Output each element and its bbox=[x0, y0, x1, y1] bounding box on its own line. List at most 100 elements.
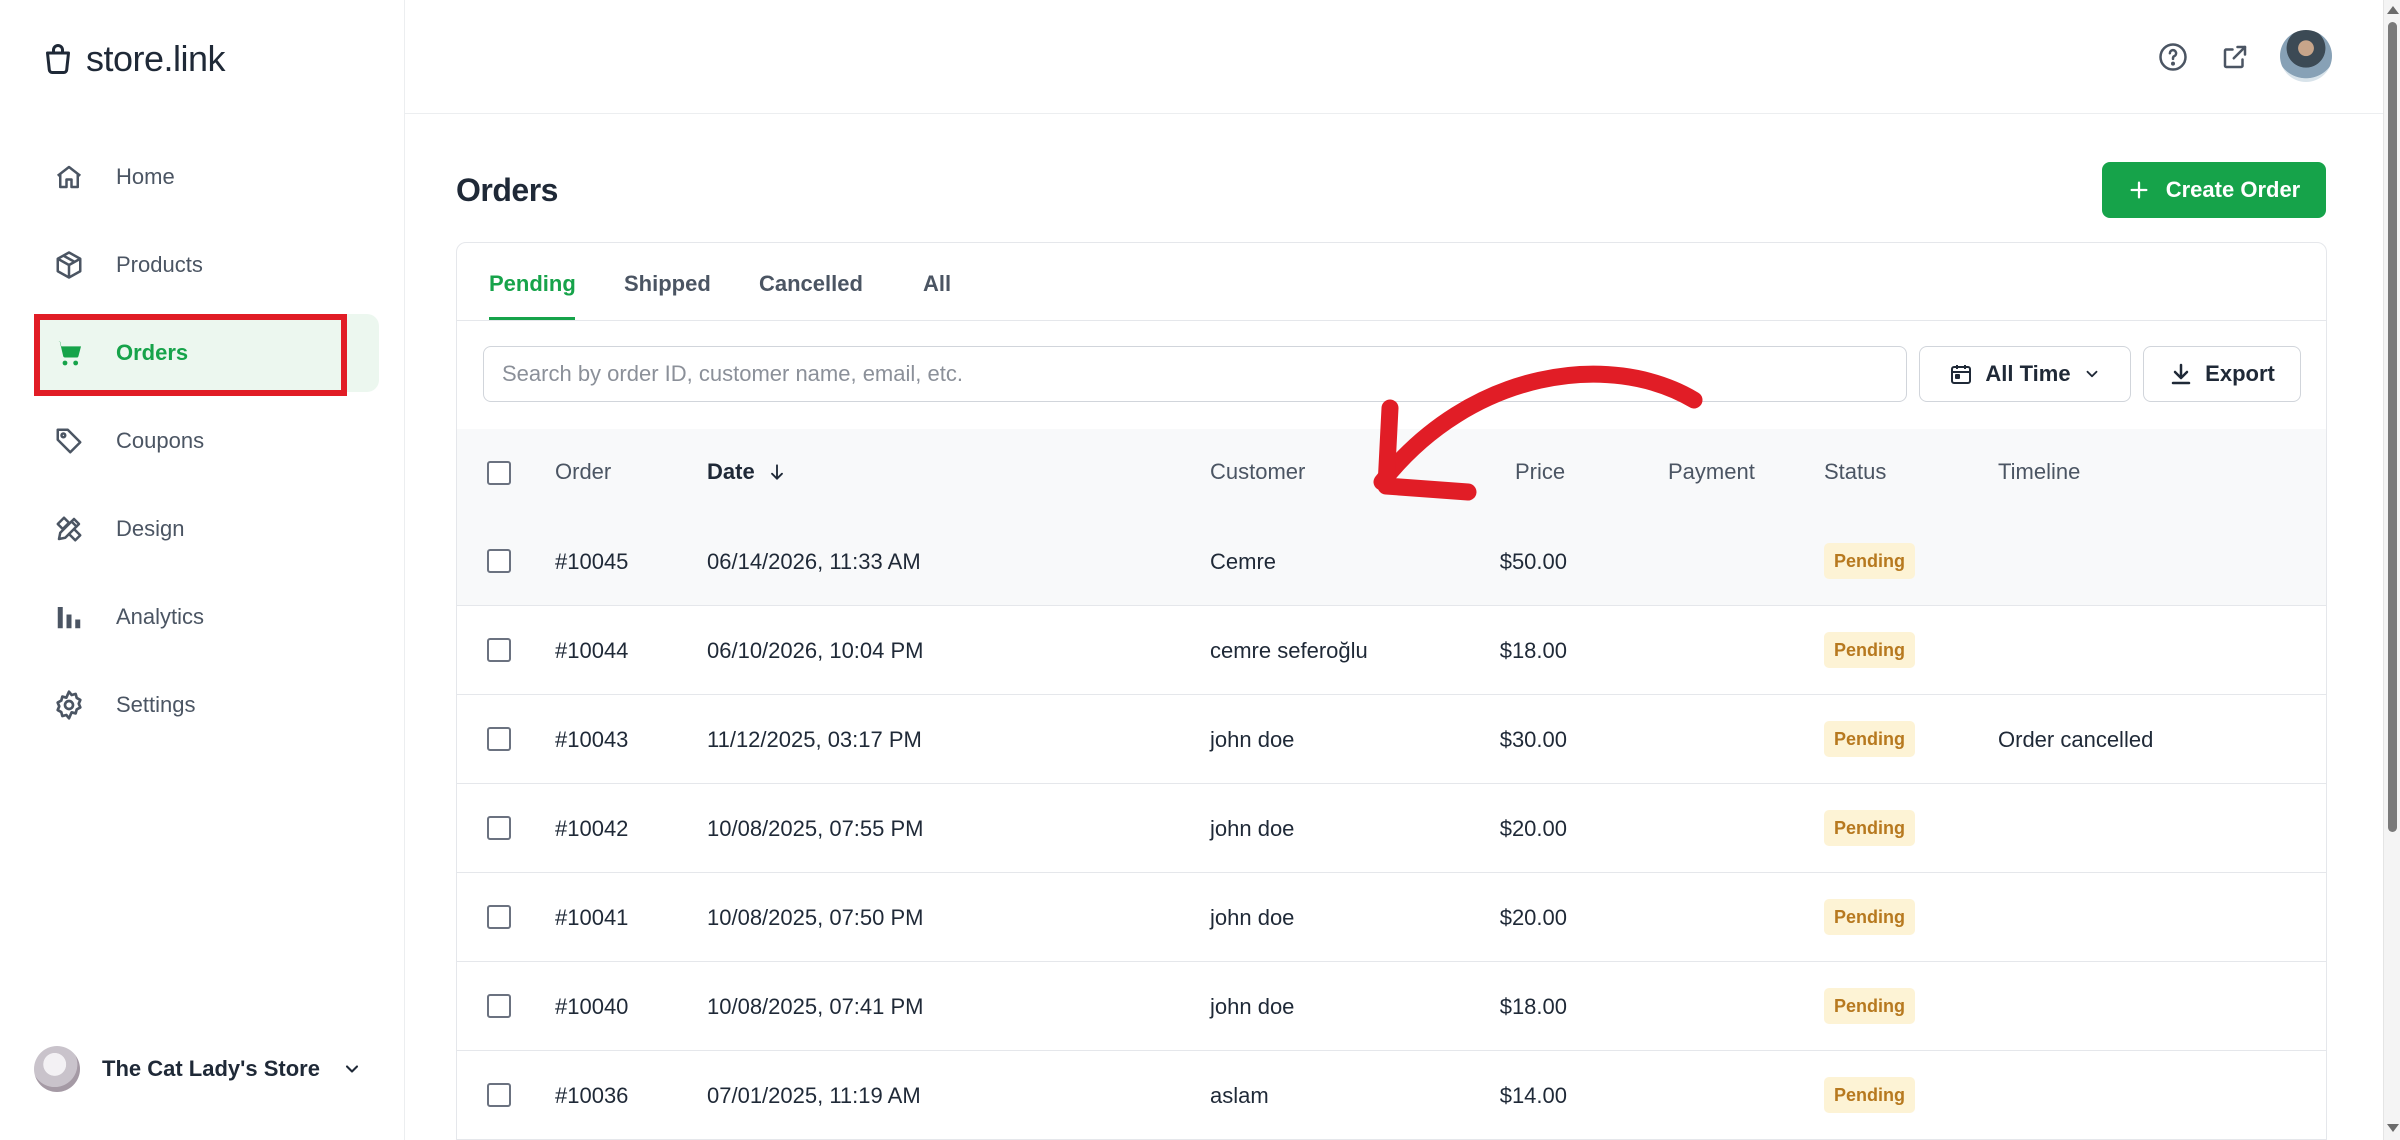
order-date: 10/08/2025, 07:41 PM bbox=[707, 994, 924, 1019]
status-badge: Pending bbox=[1824, 810, 1915, 846]
order-id[interactable]: #10041 bbox=[555, 905, 628, 931]
date-filter-label: All Time bbox=[1985, 361, 2071, 386]
scroll-up-arrow-icon[interactable] bbox=[2387, 6, 2399, 14]
help-icon[interactable] bbox=[2156, 40, 2190, 74]
create-order-button[interactable]: Create Order bbox=[2102, 162, 2326, 218]
order-customer: john doe bbox=[1210, 727, 1295, 752]
column-header-timeline[interactable]: Timeline bbox=[1998, 459, 2080, 485]
column-header-payment[interactable]: Payment bbox=[1668, 459, 1755, 485]
tab-shipped[interactable]: Shipped bbox=[624, 271, 711, 297]
order-date: 06/14/2026, 11:33 AM bbox=[707, 549, 921, 574]
shopping-bag-icon bbox=[46, 44, 70, 75]
sidebar-item-products[interactable]: Products bbox=[34, 226, 379, 304]
order-customer: john doe bbox=[1210, 994, 1295, 1019]
order-customer: Cemre bbox=[1210, 549, 1277, 574]
date-filter-dropdown[interactable]: All Time bbox=[1919, 346, 2131, 402]
order-price: $14.00 bbox=[1499, 1083, 1567, 1108]
table-row[interactable]: #10044 06/10/2026, 10:04 PM cemre sefero… bbox=[457, 606, 2326, 695]
page-title: Orders bbox=[456, 172, 558, 208]
order-price: $50.00 bbox=[1499, 549, 1567, 574]
sort-arrow-down-icon bbox=[770, 464, 783, 480]
export-button[interactable]: Export bbox=[2143, 346, 2301, 402]
order-date: 06/10/2026, 10:04 PM bbox=[707, 638, 924, 663]
order-price: $18.00 bbox=[1499, 994, 1567, 1019]
column-header-date[interactable]: Date bbox=[707, 459, 787, 485]
tag-icon bbox=[50, 422, 88, 460]
store-name: The Cat Lady's Store bbox=[102, 1056, 320, 1081]
store-avatar bbox=[34, 1046, 80, 1092]
order-price: $18.00 bbox=[1499, 638, 1567, 663]
row-checkbox[interactable] bbox=[487, 1083, 511, 1107]
order-date: 11/12/2025, 03:17 PM bbox=[707, 727, 922, 752]
sidebar-item-settings[interactable]: Settings bbox=[34, 666, 379, 744]
sidebar-item-label: Orders bbox=[116, 340, 189, 365]
box-icon bbox=[50, 246, 88, 284]
sidebar-item-design[interactable]: Design bbox=[34, 490, 379, 568]
scroll-down-arrow-icon[interactable] bbox=[2387, 1124, 2399, 1132]
table-row[interactable]: #10041 10/08/2025, 07:50 PM john doe $20… bbox=[457, 873, 2326, 962]
tab-pending[interactable]: Pending bbox=[489, 271, 576, 297]
design-tools-icon bbox=[50, 510, 88, 548]
sidebar-item-label: Products bbox=[116, 252, 203, 277]
table-row[interactable]: #10043 11/12/2025, 03:17 PM john doe $30… bbox=[457, 695, 2326, 784]
export-label: Export bbox=[2205, 361, 2275, 386]
order-id[interactable]: #10040 bbox=[555, 994, 628, 1020]
order-id[interactable]: #10044 bbox=[555, 638, 628, 664]
order-customer: john doe bbox=[1210, 905, 1295, 930]
scroll-thumb[interactable] bbox=[2388, 22, 2397, 832]
order-price: $20.00 bbox=[1499, 816, 1567, 841]
status-badge: Pending bbox=[1824, 543, 1915, 579]
orders-panel: Pending Shipped Cancelled All All Time E… bbox=[456, 242, 2327, 1140]
row-checkbox[interactable] bbox=[487, 727, 511, 751]
order-customer: aslam bbox=[1210, 1083, 1269, 1108]
sidebar-item-label: Analytics bbox=[116, 604, 205, 629]
order-id[interactable]: #10042 bbox=[555, 816, 628, 842]
status-badge: Pending bbox=[1824, 632, 1915, 668]
cart-icon bbox=[50, 334, 88, 372]
column-header-status[interactable]: Status bbox=[1824, 459, 1886, 485]
order-price: $30.00 bbox=[1499, 727, 1567, 752]
table-row[interactable]: #10036 07/01/2025, 11:19 AM aslam $14.00… bbox=[457, 1051, 2326, 1140]
column-header-price[interactable]: Price bbox=[1515, 459, 1565, 485]
row-checkbox[interactable] bbox=[487, 638, 511, 662]
top-bar bbox=[405, 0, 2383, 114]
row-checkbox[interactable] bbox=[487, 816, 511, 840]
brand-name: store.link bbox=[86, 38, 226, 79]
sidebar-item-orders[interactable]: Orders bbox=[34, 314, 379, 392]
store-switcher[interactable]: The Cat Lady's Store bbox=[34, 1046, 362, 1092]
sidebar: store.link Home Products Orders Coupons … bbox=[0, 0, 405, 1140]
row-checkbox[interactable] bbox=[487, 549, 511, 573]
sidebar-item-label: Home bbox=[116, 164, 175, 189]
bar-chart-icon bbox=[50, 598, 88, 636]
external-link-icon[interactable] bbox=[2218, 40, 2252, 74]
select-all-checkbox[interactable] bbox=[487, 461, 511, 485]
order-id[interactable]: #10045 bbox=[555, 549, 628, 575]
user-avatar[interactable] bbox=[2280, 30, 2332, 82]
column-header-order[interactable]: Order bbox=[555, 459, 611, 485]
order-price: $20.00 bbox=[1499, 905, 1567, 930]
sidebar-item-label: Design bbox=[116, 516, 185, 541]
chevron-down-icon bbox=[2086, 370, 2098, 378]
sidebar-item-analytics[interactable]: Analytics bbox=[34, 578, 379, 656]
table-row[interactable]: #10042 10/08/2025, 07:55 PM john doe $20… bbox=[457, 784, 2326, 873]
order-date: 10/08/2025, 07:55 PM bbox=[707, 816, 924, 841]
row-checkbox[interactable] bbox=[487, 905, 511, 929]
table-row[interactable]: #10040 10/08/2025, 07:41 PM john doe $18… bbox=[457, 962, 2326, 1051]
page-scrollbar[interactable] bbox=[2383, 0, 2400, 1140]
active-tab-indicator bbox=[489, 317, 575, 320]
tab-cancelled[interactable]: Cancelled bbox=[759, 271, 863, 297]
order-id[interactable]: #10043 bbox=[555, 727, 628, 753]
status-badge: Pending bbox=[1824, 899, 1915, 935]
table-row[interactable]: #10045 06/14/2026, 11:33 AM Cemre $50.00… bbox=[457, 517, 2326, 606]
sidebar-item-home[interactable]: Home bbox=[34, 138, 379, 216]
table-header: Order Date Customer Price Payment Status… bbox=[457, 429, 2326, 517]
sidebar-item-coupons[interactable]: Coupons bbox=[34, 402, 379, 480]
brand-logo[interactable]: store.link bbox=[40, 38, 226, 80]
order-id[interactable]: #10036 bbox=[555, 1083, 628, 1109]
row-checkbox[interactable] bbox=[487, 994, 511, 1018]
search-input[interactable] bbox=[483, 346, 1907, 402]
download-icon bbox=[2171, 363, 2191, 385]
plus-icon bbox=[2130, 181, 2148, 199]
column-header-customer[interactable]: Customer bbox=[1210, 459, 1305, 485]
tab-all[interactable]: All bbox=[923, 271, 951, 297]
